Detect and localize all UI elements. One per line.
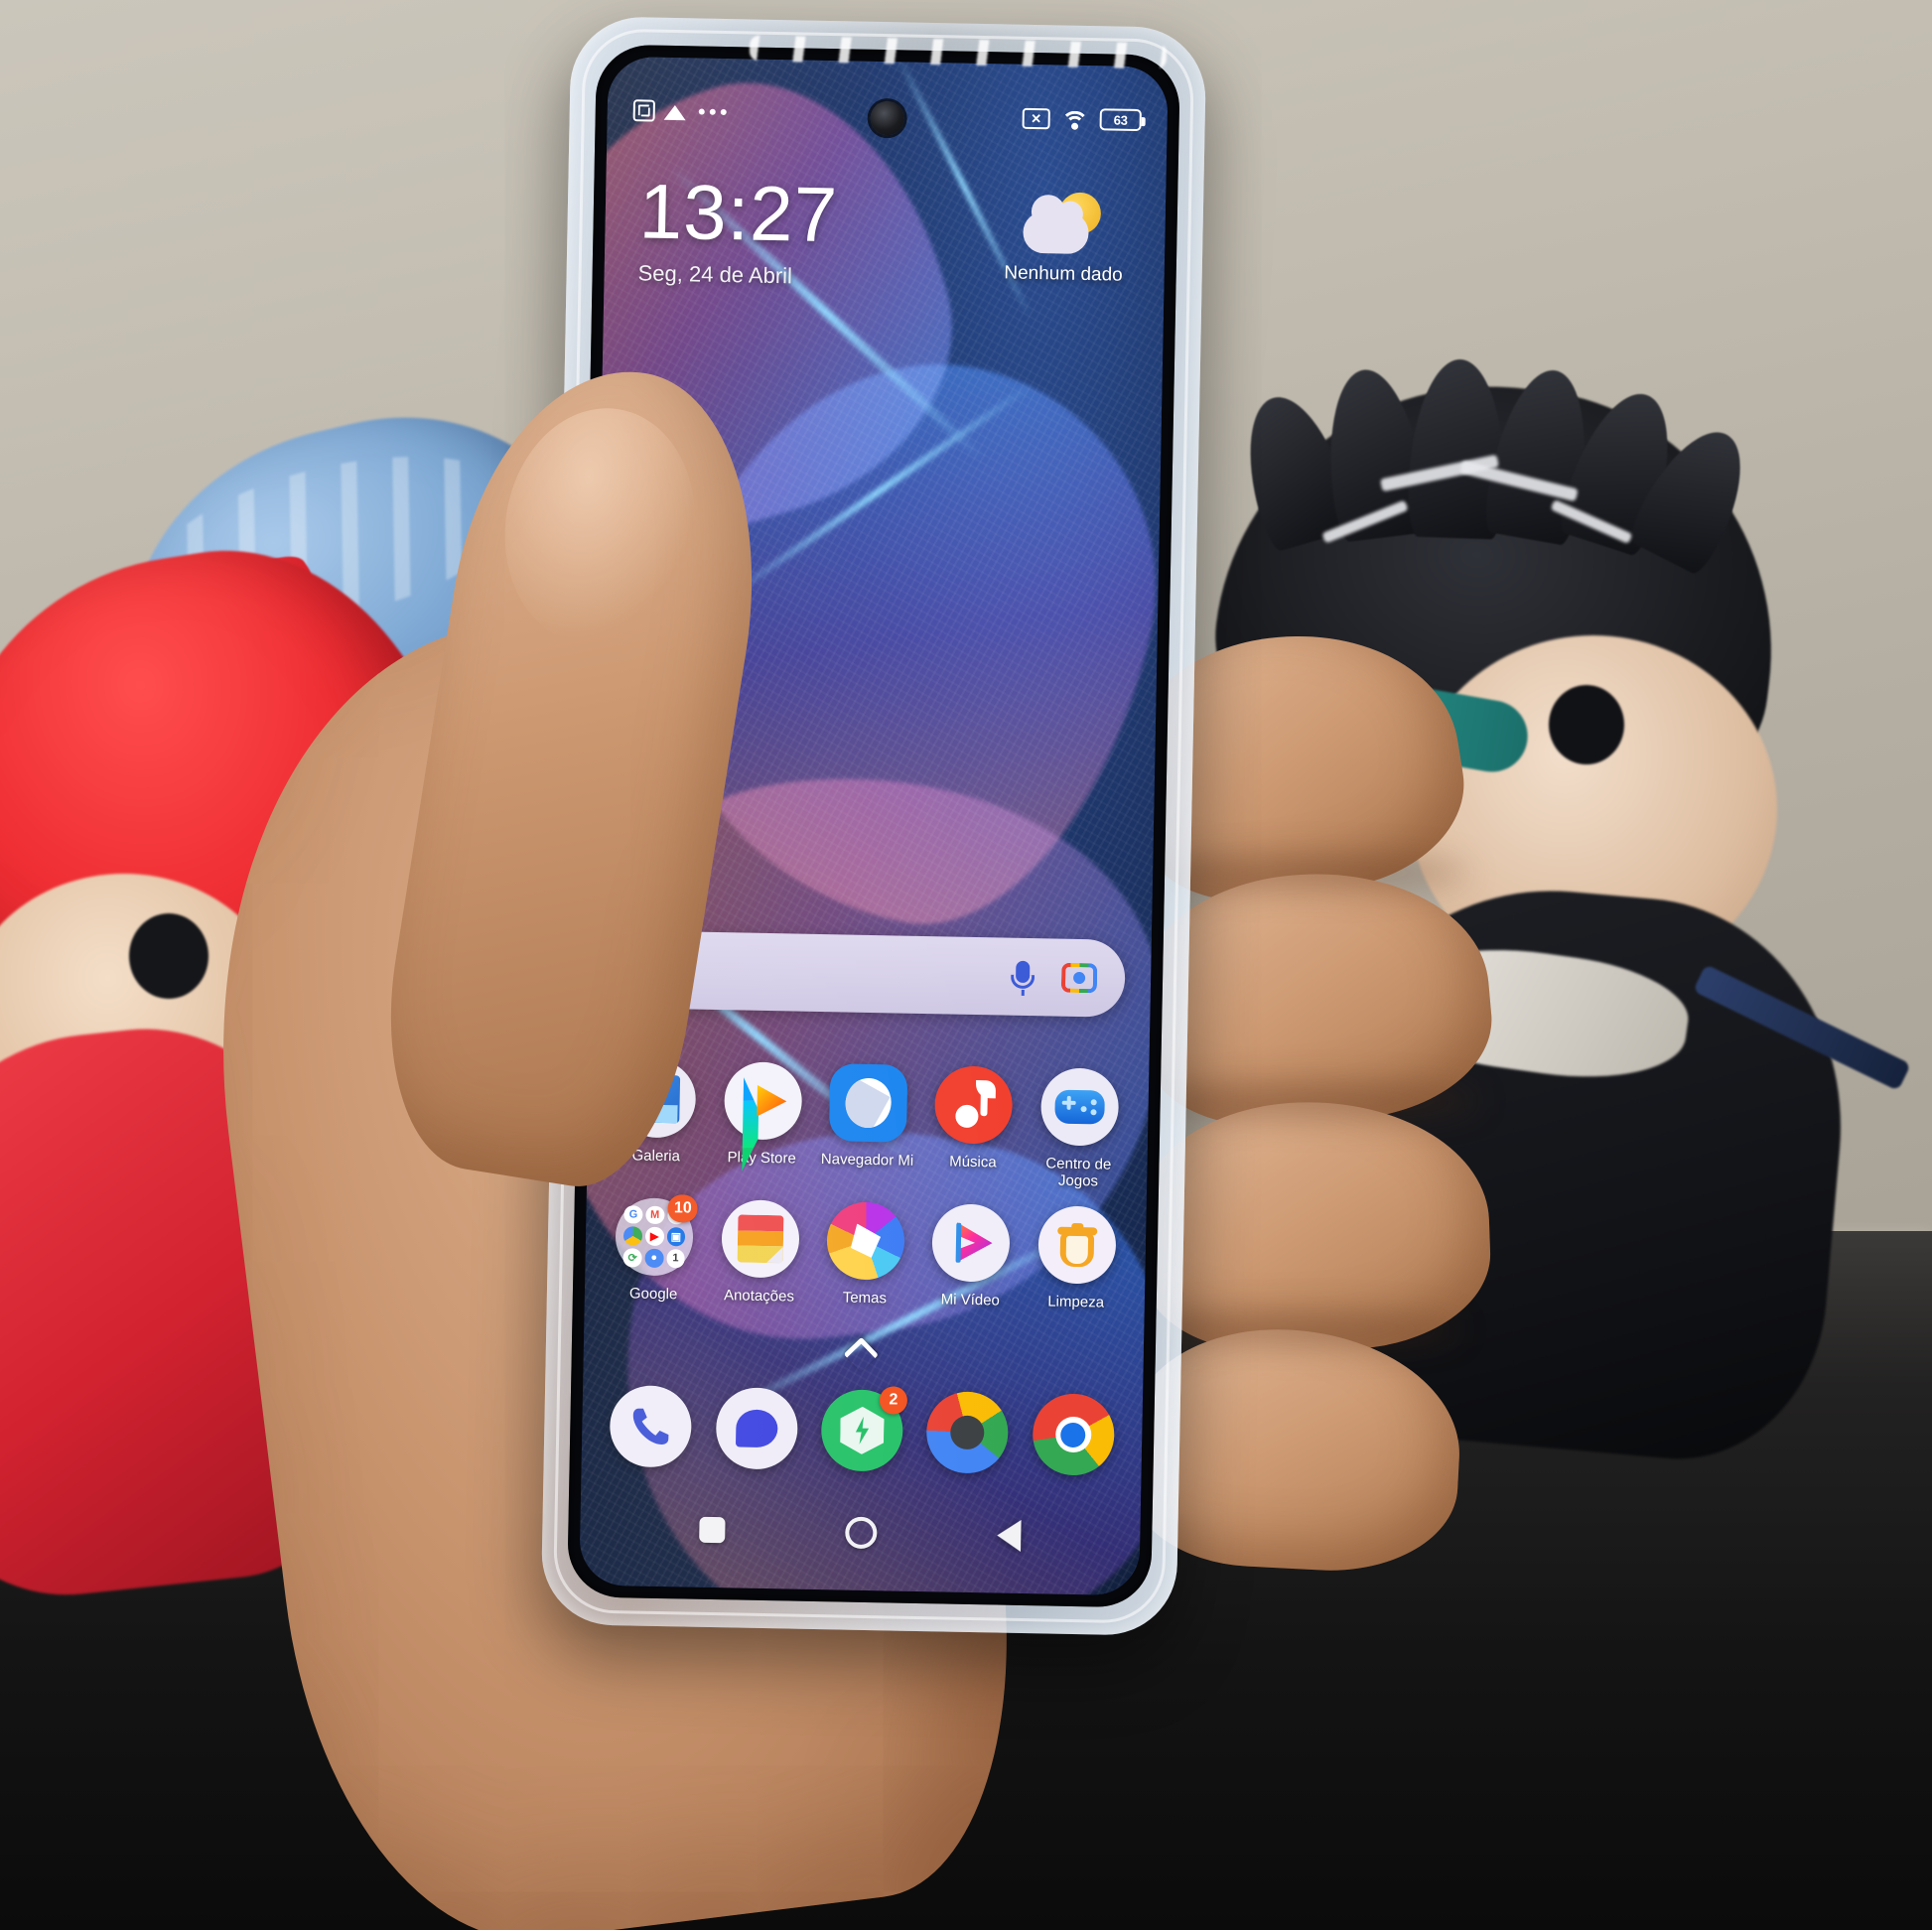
app-navegador-mi[interactable]: Navegador Mi <box>814 1063 922 1187</box>
clock-date: Seg, 24 de Abril <box>637 260 793 289</box>
status-bar-right: ✕ 63 <box>1022 107 1142 140</box>
dock-app-messages[interactable] <box>703 1387 810 1470</box>
app-label: Play Store <box>727 1149 796 1168</box>
notes-icon[interactable] <box>720 1198 800 1279</box>
folder-mini-icon <box>623 1226 643 1246</box>
back-button[interactable] <box>996 1519 1022 1552</box>
app-label: Galeria <box>631 1147 681 1166</box>
mi-browser-icon[interactable] <box>828 1063 908 1143</box>
search-input[interactable] <box>682 970 1010 976</box>
notification-dots-icon <box>698 108 727 116</box>
battery-icon: 63 <box>1099 108 1142 132</box>
google-folder-icon[interactable]: G M ▶ ▣ ⟳ ● 1 10 <box>615 1193 699 1277</box>
google-photos-icon[interactable] <box>925 1391 1010 1474</box>
clock-time: 13:27 <box>638 167 839 259</box>
app-label: Mi Vídeo <box>940 1291 1001 1310</box>
partly-cloudy-icon <box>1021 192 1107 255</box>
dock-app-security[interactable]: 2 <box>808 1386 915 1472</box>
notification-badge: 10 <box>667 1193 699 1223</box>
app-row: G M ▶ ▣ ⟳ ● 1 10 Google Anotações Temas … <box>601 1193 1131 1312</box>
app-label: Navegador Mi <box>820 1151 914 1170</box>
finger-shadow <box>1152 1084 1479 1118</box>
app-temas[interactable]: Temas <box>812 1200 919 1308</box>
folder-mini-icon: 1 <box>665 1249 685 1269</box>
weather-widget[interactable]: Nenhum dado <box>1004 191 1124 286</box>
cleaner-icon[interactable] <box>1037 1205 1117 1285</box>
app-mi-video[interactable]: Mi Vídeo <box>917 1203 1025 1310</box>
wifi-icon <box>1060 107 1089 140</box>
app-musica[interactable]: Música <box>919 1065 1028 1189</box>
chrome-icon[interactable] <box>1032 1393 1115 1476</box>
app-label: Anotações <box>723 1286 795 1306</box>
themes-icon[interactable] <box>826 1200 905 1281</box>
dock-app-phone[interactable] <box>598 1385 705 1468</box>
chevron-up-icon[interactable] <box>849 1342 879 1361</box>
microphone-icon[interactable] <box>1010 958 1036 996</box>
app-grid: Galeria Play Store Navegador Mi Música C… <box>600 1059 1133 1327</box>
phone-dialer-icon[interactable] <box>609 1385 693 1468</box>
battery-level-label: 63 <box>1113 112 1128 128</box>
clock-widget[interactable]: 13:27 Seg, 24 de Abril <box>637 167 839 290</box>
mi-video-icon[interactable] <box>931 1203 1012 1283</box>
home-button[interactable] <box>845 1516 878 1550</box>
app-label: Temas <box>842 1289 888 1308</box>
app-anotacoes[interactable]: Anotações <box>706 1198 813 1306</box>
app-label: Centro de Jogos <box>1045 1155 1112 1190</box>
recents-button[interactable] <box>699 1516 726 1544</box>
folder-mini-icon: G <box>623 1205 643 1225</box>
folder-mini-icon: ⟳ <box>622 1248 642 1268</box>
notification-badge: 2 <box>879 1386 908 1415</box>
app-google-folder[interactable]: G M ▶ ▣ ⟳ ● 1 10 Google <box>601 1193 708 1304</box>
dock: 2 <box>598 1385 1127 1476</box>
game-center-icon[interactable] <box>1039 1067 1120 1147</box>
status-bar-left <box>632 99 727 123</box>
google-lens-camera-icon[interactable] <box>1060 962 1098 994</box>
navigation-bar <box>580 1495 1141 1570</box>
weather-status-label: Nenhum dado <box>1004 262 1123 286</box>
nfc-icon <box>632 99 655 122</box>
folder-mini-icon: ● <box>644 1248 664 1268</box>
app-centro-de-jogos[interactable]: Centro de Jogos <box>1026 1067 1134 1191</box>
dock-app-photos[interactable] <box>914 1391 1022 1474</box>
app-row: Galeria Play Store Navegador Mi Música C… <box>603 1059 1133 1191</box>
app-play-store[interactable]: Play Store <box>708 1061 816 1185</box>
app-limpeza[interactable]: Limpeza <box>1023 1205 1130 1311</box>
app-label: Google <box>628 1285 678 1304</box>
app-label: Música <box>949 1153 997 1172</box>
messages-icon[interactable] <box>715 1387 798 1470</box>
sim-off-icon: ✕ <box>1022 107 1050 129</box>
play-store-icon[interactable] <box>723 1061 803 1141</box>
finger-shadow <box>1142 1312 1459 1346</box>
dock-app-chrome[interactable] <box>1020 1393 1127 1476</box>
music-icon[interactable] <box>934 1065 1014 1145</box>
folder-mini-icon: M <box>645 1205 665 1225</box>
security-icon[interactable]: 2 <box>820 1386 908 1472</box>
upload-triangle-icon <box>663 104 686 120</box>
finger-shadow <box>1152 856 1469 890</box>
folder-mini-icon: ▶ <box>644 1227 664 1247</box>
folder-mini-icon: ▣ <box>666 1227 686 1247</box>
app-label: Limpeza <box>1047 1293 1105 1311</box>
